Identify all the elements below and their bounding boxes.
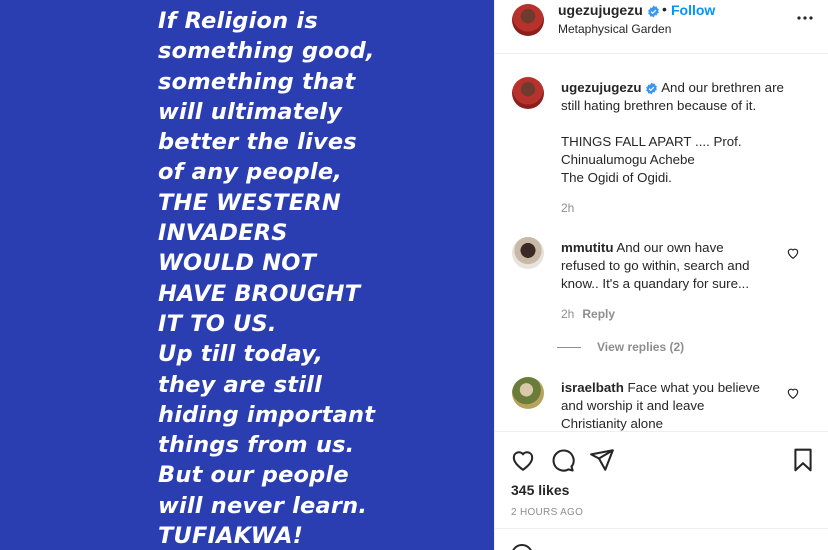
avatar[interactable]	[512, 377, 544, 409]
quote-line: something that	[158, 68, 356, 95]
comment-line: know.. It's a quandary for sure...	[561, 276, 750, 291]
comment-line: And our own have	[616, 240, 724, 255]
instagram-post: If Religion is something good, something…	[0, 0, 828, 550]
comment-bubble-icon[interactable]	[550, 447, 576, 473]
header-username[interactable]: ugezujugezu	[558, 2, 660, 18]
comment-username[interactable]: israelbath	[561, 380, 624, 395]
quote-line: will ultimately	[158, 98, 342, 125]
bookmark-icon[interactable]	[790, 447, 816, 473]
comment-text: mmutitu And our own have refused to go w…	[561, 239, 781, 293]
add-comment-bar	[495, 528, 828, 550]
caption-line: still hating brethren because of it.	[561, 98, 757, 113]
quote-line: TUFIAKWA!	[158, 523, 304, 550]
comment-line: refused to go within, search and	[561, 258, 750, 273]
header-separator: •	[662, 1, 667, 17]
comment-time[interactable]: 2h	[561, 307, 574, 321]
comment-line: and worship it and leave	[561, 398, 705, 413]
quote-line: HAVE BROUGHT	[158, 280, 361, 307]
comment-text: israelbath Face what you believe and wor…	[561, 379, 781, 431]
follow-button[interactable]: Follow	[671, 2, 715, 18]
comment-meta: 2h Reply	[561, 307, 615, 321]
more-horizontal-icon[interactable]	[795, 10, 815, 26]
caption-text: ugezujugezu And our brethren are still h…	[561, 79, 801, 187]
post-image-quote: If Religion is something good, something…	[158, 6, 488, 550]
comment-username[interactable]: mmutitu	[561, 240, 613, 255]
avatar[interactable]	[512, 237, 544, 269]
quote-line: will never learn.	[158, 492, 368, 519]
like-heart-icon[interactable]	[510, 447, 536, 473]
quote-line: THE WESTERN	[158, 189, 341, 216]
quote-line: things from us.	[158, 432, 355, 459]
comment-line: Face what you believe	[627, 380, 760, 395]
quote-line: WOULD NOT	[158, 250, 317, 277]
quote-line: But our people	[158, 462, 349, 489]
view-replies-divider	[557, 347, 581, 349]
location-link[interactable]: Metaphysical Garden	[558, 22, 671, 36]
comment-line: Christianity alone	[561, 416, 663, 431]
post-header: ugezujugezu • Follow Metaphysical Garden	[495, 0, 828, 54]
verified-badge-icon	[647, 5, 659, 18]
like-comment-heart-icon[interactable]	[786, 386, 800, 400]
avatar[interactable]	[512, 4, 544, 36]
comments-list[interactable]: ugezujugezu And our brethren are still h…	[495, 55, 828, 431]
post-side-panel: ugezujugezu • Follow Metaphysical Garden…	[494, 0, 828, 550]
username-text[interactable]: ugezujugezu	[558, 2, 643, 18]
quote-line: of any people,	[158, 159, 343, 186]
post-image[interactable]: If Religion is something good, something…	[0, 0, 494, 550]
caption-username[interactable]: ugezujugezu	[561, 80, 642, 95]
share-plane-icon[interactable]	[589, 447, 615, 473]
quote-line: If Religion is	[158, 8, 318, 34]
quote-line: they are still	[158, 371, 322, 398]
post-actions: 345 likes 2 HOURS AGO	[495, 431, 828, 550]
view-replies-button[interactable]: View replies (2)	[557, 340, 684, 354]
caption-line: THINGS FALL APART .... Prof.	[561, 134, 742, 149]
post-time[interactable]: 2 HOURS AGO	[511, 507, 583, 518]
caption-line: The Ogidi of Ogidi.	[561, 170, 672, 185]
caption-line: And our brethren are	[661, 80, 784, 95]
caption-time[interactable]: 2h	[561, 201, 574, 215]
quote-line: better the lives	[158, 129, 357, 156]
view-replies-label[interactable]: View replies (2)	[597, 340, 684, 354]
quote-line: IT TO US.	[158, 310, 277, 337]
like-comment-heart-icon[interactable]	[786, 246, 800, 260]
verified-badge-icon	[646, 82, 658, 95]
quote-line: INVADERS	[158, 220, 288, 247]
quote-line: something good,	[158, 38, 375, 65]
quote-line: Up till today,	[158, 341, 324, 368]
likes-count[interactable]: 345 likes	[511, 482, 569, 498]
avatar[interactable]	[512, 77, 544, 109]
emoji-smiley-icon[interactable]	[510, 543, 534, 550]
caption-line: Chinualumogu Achebe	[561, 152, 695, 167]
quote-line: hiding important	[158, 401, 376, 428]
reply-button[interactable]: Reply	[582, 307, 615, 321]
